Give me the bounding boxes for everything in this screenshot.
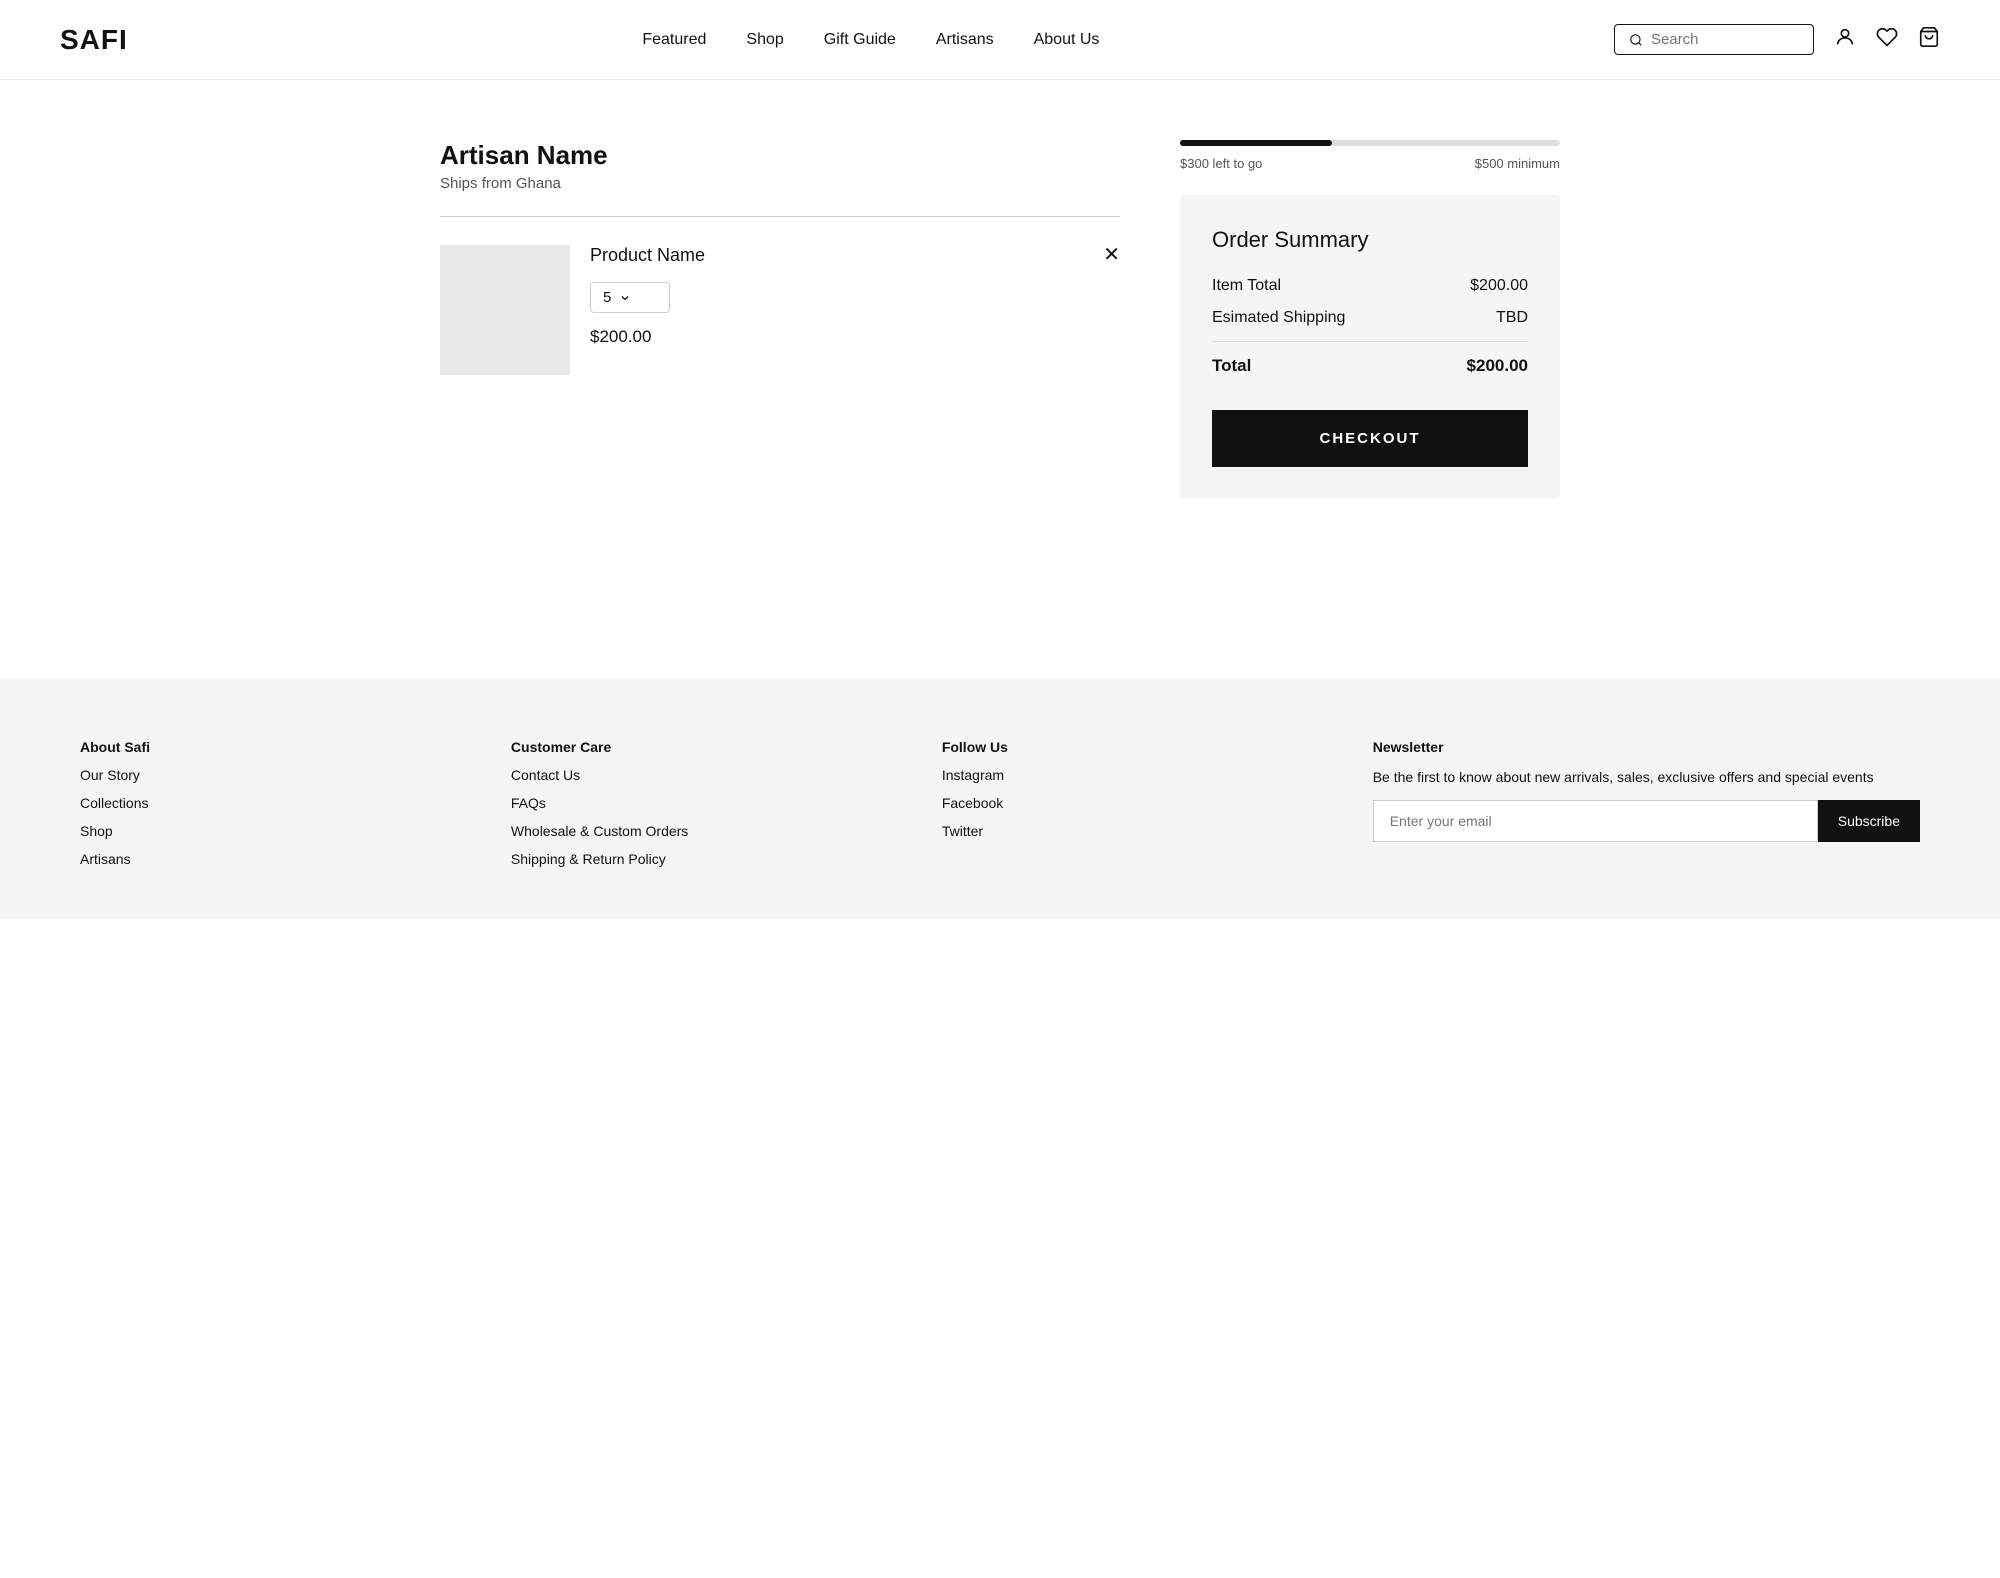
total-label: Total xyxy=(1212,356,1251,376)
progress-left: $300 left to go xyxy=(1180,156,1262,171)
footer-wholesale[interactable]: Wholesale & Custom Orders xyxy=(511,823,902,839)
summary-title: Order Summary xyxy=(1212,227,1528,253)
cart-right: $300 left to go $500 minimum Order Summa… xyxy=(1180,140,1560,499)
search-box[interactable] xyxy=(1614,24,1814,55)
nav-shop[interactable]: Shop xyxy=(746,31,783,49)
cart-left: Artisan Name Ships from Ghana Product Na… xyxy=(440,140,1120,499)
cart-item: Product Name ✕ 5 $200.00 xyxy=(440,245,1120,375)
newsletter-form: Subscribe xyxy=(1373,800,1920,842)
footer-follow-us: Follow Us Instagram Facebook Twitter xyxy=(942,739,1333,879)
main-nav: Featured Shop Gift Guide Artisans About … xyxy=(642,31,1099,49)
chevron-down-icon xyxy=(619,292,631,304)
item-total-value: $200.00 xyxy=(1470,277,1528,295)
newsletter-description: Be the first to know about new arrivals,… xyxy=(1373,767,1920,788)
footer-twitter[interactable]: Twitter xyxy=(942,823,1333,839)
item-image xyxy=(440,245,570,375)
nav-gift-guide[interactable]: Gift Guide xyxy=(824,31,896,49)
quantity-value: 5 xyxy=(603,289,611,306)
wishlist-button[interactable] xyxy=(1876,26,1898,54)
order-summary: Order Summary Item Total $200.00 Esimate… xyxy=(1180,195,1560,499)
footer-about-title: About Safi xyxy=(80,739,471,755)
footer-newsletter-title: Newsletter xyxy=(1373,739,1920,755)
footer-shipping-policy[interactable]: Shipping & Return Policy xyxy=(511,851,902,867)
total-value: $200.00 xyxy=(1467,356,1528,376)
footer-shop[interactable]: Shop xyxy=(80,823,471,839)
footer-instagram[interactable]: Instagram xyxy=(942,767,1333,783)
logo[interactable]: SAFI xyxy=(60,24,128,56)
progress-minimum: $500 minimum xyxy=(1475,156,1560,171)
progress-bar-fill xyxy=(1180,140,1332,146)
item-total-row: Item Total $200.00 xyxy=(1212,277,1528,295)
search-input[interactable] xyxy=(1651,31,1799,48)
nav-featured[interactable]: Featured xyxy=(642,31,706,49)
item-name: Product Name xyxy=(590,245,705,266)
footer-contact-us[interactable]: Contact Us xyxy=(511,767,902,783)
summary-divider xyxy=(1212,341,1528,342)
newsletter-email-input[interactable] xyxy=(1373,800,1818,842)
footer-collections[interactable]: Collections xyxy=(80,795,471,811)
total-row: Total $200.00 xyxy=(1212,356,1528,376)
footer-customer-care-title: Customer Care xyxy=(511,739,902,755)
checkout-button[interactable]: CHECKOUT xyxy=(1212,410,1528,467)
progress-bar-bg xyxy=(1180,140,1560,146)
cart-layout: Artisan Name Ships from Ghana Product Na… xyxy=(440,140,1560,499)
footer-customer-care: Customer Care Contact Us FAQs Wholesale … xyxy=(511,739,902,879)
cart-divider xyxy=(440,216,1120,217)
remove-item-button[interactable]: ✕ xyxy=(1103,245,1120,265)
account-button[interactable] xyxy=(1834,26,1856,54)
shipping-row: Esimated Shipping TBD xyxy=(1212,309,1528,327)
shipping-value: TBD xyxy=(1496,309,1528,327)
newsletter-subscribe-button[interactable]: Subscribe xyxy=(1818,800,1920,842)
footer: About Safi Our Story Collections Shop Ar… xyxy=(0,679,2000,919)
footer-follow-us-title: Follow Us xyxy=(942,739,1333,755)
quantity-selector[interactable]: 5 xyxy=(590,282,670,313)
artisan-name: Artisan Name xyxy=(440,140,1120,171)
item-price: $200.00 xyxy=(590,327,1120,347)
nav-artisans[interactable]: Artisans xyxy=(936,31,994,49)
cart-icon xyxy=(1918,26,1940,48)
footer-our-story[interactable]: Our Story xyxy=(80,767,471,783)
footer-grid: About Safi Our Story Collections Shop Ar… xyxy=(80,739,1920,879)
ships-from: Ships from Ghana xyxy=(440,175,1120,192)
search-icon xyxy=(1629,32,1643,48)
heart-icon xyxy=(1876,26,1898,48)
nav-about-us[interactable]: About Us xyxy=(1034,31,1100,49)
item-header: Product Name ✕ xyxy=(590,245,1120,282)
account-icon xyxy=(1834,26,1856,48)
main-content: Artisan Name Ships from Ghana Product Na… xyxy=(400,80,1600,559)
progress-labels: $300 left to go $500 minimum xyxy=(1180,156,1560,171)
progress-section: $300 left to go $500 minimum xyxy=(1180,140,1560,171)
shipping-label: Esimated Shipping xyxy=(1212,309,1345,327)
item-details: Product Name ✕ 5 $200.00 xyxy=(590,245,1120,347)
footer-about: About Safi Our Story Collections Shop Ar… xyxy=(80,739,471,879)
footer-facebook[interactable]: Facebook xyxy=(942,795,1333,811)
footer-faqs[interactable]: FAQs xyxy=(511,795,902,811)
item-total-label: Item Total xyxy=(1212,277,1281,295)
header-right xyxy=(1614,24,1940,55)
footer-artisans[interactable]: Artisans xyxy=(80,851,471,867)
cart-button[interactable] xyxy=(1918,26,1940,54)
header: SAFI Featured Shop Gift Guide Artisans A… xyxy=(0,0,2000,80)
footer-newsletter: Newsletter Be the first to know about ne… xyxy=(1373,739,1920,879)
